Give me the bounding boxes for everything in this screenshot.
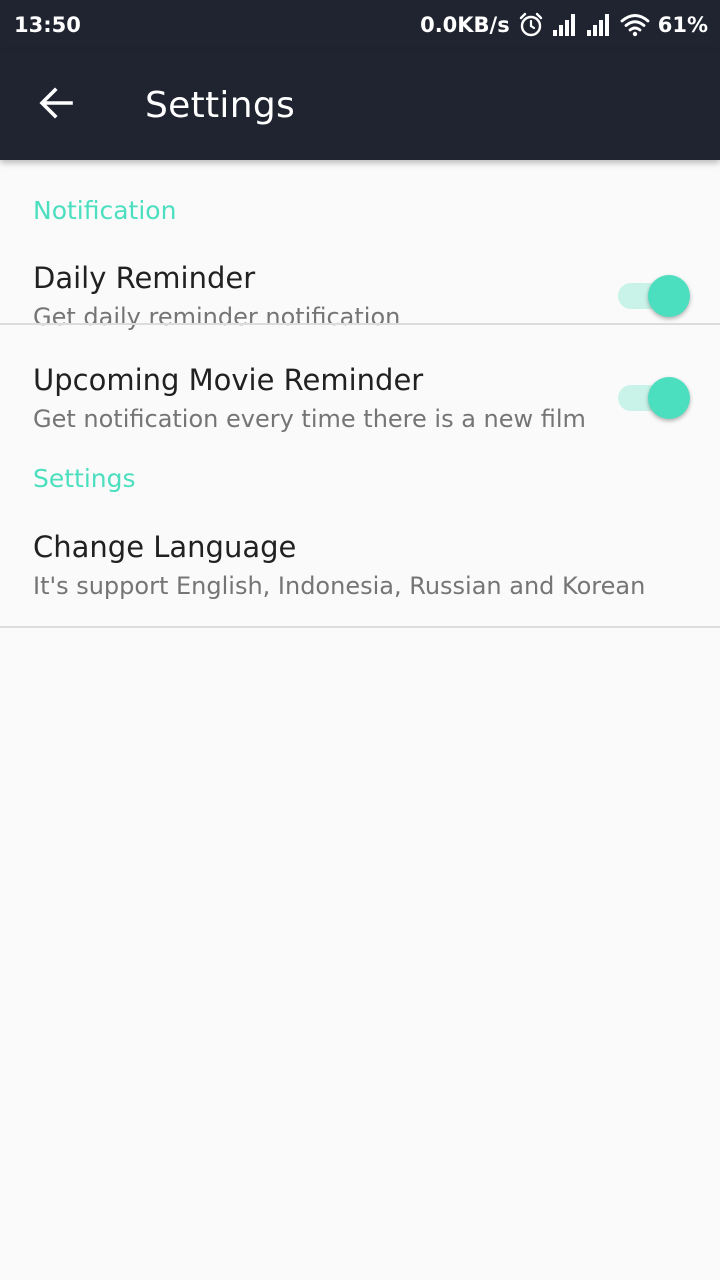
switch-thumb bbox=[648, 275, 690, 317]
section-header-notification: Notification bbox=[33, 196, 177, 225]
page-title: Settings bbox=[145, 84, 296, 126]
status-bar: 13:50 0.0KB/s 61% bbox=[0, 0, 720, 50]
back-button[interactable] bbox=[28, 77, 84, 133]
daily-reminder-switch[interactable] bbox=[616, 273, 690, 317]
preferences-list: Notification Daily Reminder Get daily re… bbox=[0, 160, 720, 628]
arrow-back-icon bbox=[37, 84, 75, 127]
network-speed: 0.0KB/s bbox=[420, 13, 510, 37]
change-language-summary: It's support English, Indonesia, Russian… bbox=[33, 572, 646, 600]
toolbar: Settings bbox=[0, 50, 720, 160]
battery-level: 61% bbox=[657, 13, 708, 37]
status-icons: 0.0KB/s 61% bbox=[420, 12, 708, 38]
change-language-item[interactable]: Change Language It's support English, In… bbox=[0, 530, 720, 630]
change-language-title: Change Language bbox=[33, 530, 297, 564]
status-time: 13:50 bbox=[14, 13, 81, 37]
signal-icon bbox=[552, 13, 578, 37]
divider bbox=[0, 323, 720, 325]
signal-icon bbox=[586, 13, 612, 37]
wifi-icon bbox=[620, 13, 650, 37]
settings-screen: 13:50 0.0KB/s 61% Settings Notification … bbox=[0, 0, 720, 1280]
alarm-icon bbox=[518, 12, 544, 38]
upcoming-reminder-switch[interactable] bbox=[616, 375, 690, 419]
section-header-settings: Settings bbox=[33, 464, 136, 493]
upcoming-reminder-item[interactable]: Upcoming Movie Reminder Get notification… bbox=[0, 363, 720, 463]
switch-thumb bbox=[648, 377, 690, 419]
